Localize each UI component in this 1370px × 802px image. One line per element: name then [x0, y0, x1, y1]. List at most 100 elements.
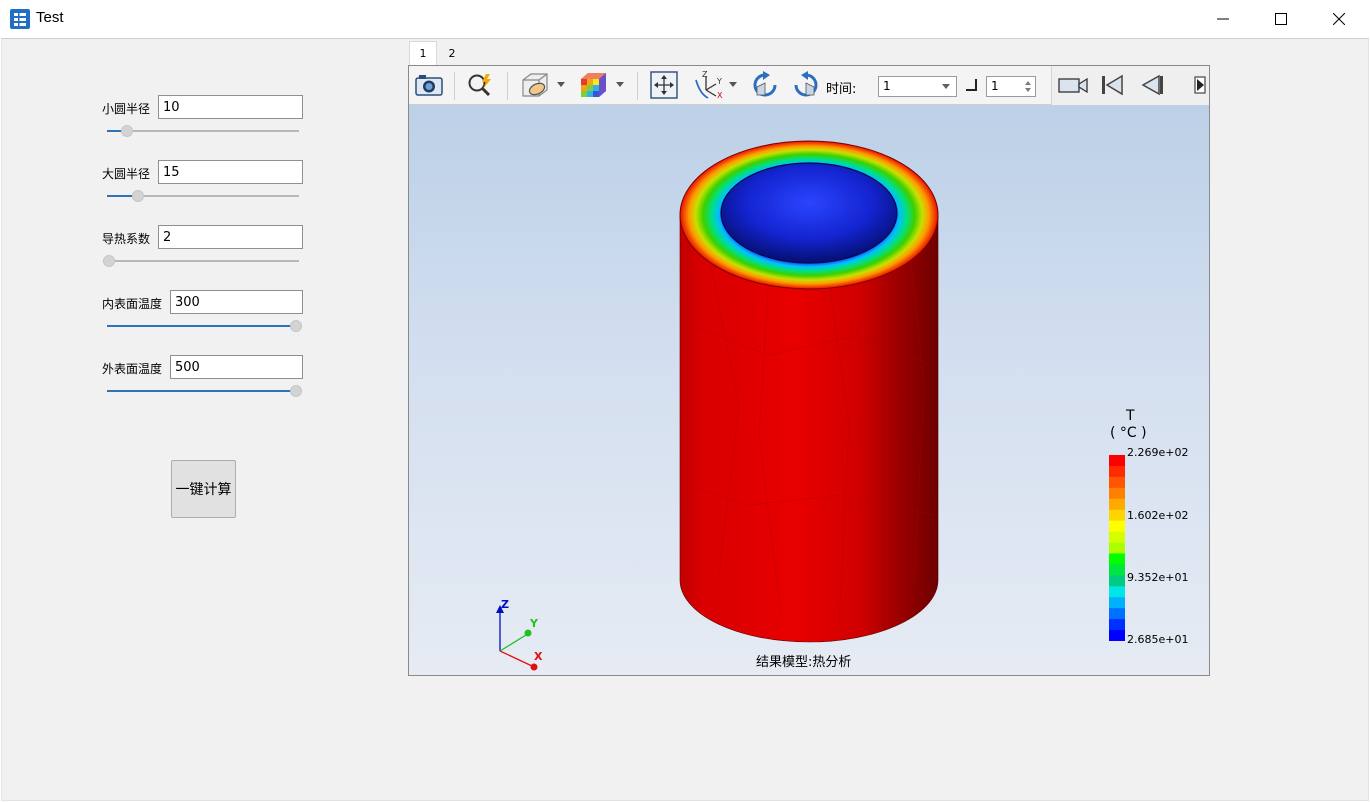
record-camera-icon [1058, 77, 1088, 94]
maximize-button[interactable] [1252, 0, 1310, 38]
slider-thumb[interactable] [290, 320, 302, 332]
axes-icon: Z Y X [695, 70, 723, 100]
small-radius-slider[interactable] [107, 125, 299, 137]
slider-thumb[interactable] [103, 255, 115, 267]
step-spinbox[interactable]: 1 [986, 76, 1036, 97]
legend-label: 2.685e+01 [1127, 633, 1189, 646]
param-label-small-radius: 小圆半径 [102, 102, 151, 116]
legend-swatch [1109, 520, 1125, 533]
legend-swatch [1109, 498, 1125, 511]
legend-swatch [1109, 586, 1125, 598]
conductivity-slider[interactable] [103, 255, 299, 267]
minimize-button[interactable] [1194, 0, 1252, 38]
spin-down-icon[interactable] [1025, 88, 1031, 92]
first-frame-icon [1102, 74, 1123, 96]
next-frame-button[interactable] [1192, 70, 1208, 100]
param-label-outer-temp: 外表面温度 [102, 362, 163, 376]
axis-label-y: Y [530, 617, 538, 630]
legend-swatch [1109, 575, 1125, 587]
cylinder-model [679, 140, 939, 643]
first-frame-button[interactable] [1098, 70, 1126, 100]
close-button[interactable] [1310, 0, 1368, 38]
svg-text:Z: Z [702, 70, 708, 79]
slider-thumb[interactable] [121, 125, 134, 137]
small-radius-input[interactable] [158, 95, 303, 119]
screenshot-button[interactable] [413, 70, 445, 100]
time-select-value: 1 [883, 79, 891, 93]
param-label-inner-temp: 内表面温度 [102, 297, 163, 311]
clip-plane-icon [522, 73, 548, 97]
param-label-large-radius: 大圆半径 [102, 167, 151, 181]
chevron-down-icon [942, 84, 950, 89]
legend-swatch [1109, 476, 1125, 489]
inner-temp-input[interactable] [170, 290, 303, 314]
legend-title: T [1126, 408, 1135, 424]
inner-temp-slider[interactable] [107, 320, 302, 332]
title-bar: Test [0, 0, 1370, 38]
fit-view-button[interactable] [647, 70, 681, 100]
clip-plane-button[interactable] [517, 70, 553, 100]
axis-label-x: X [534, 650, 543, 663]
prev-frame-icon [1141, 74, 1163, 96]
table-app-icon [10, 9, 30, 29]
outer-temp-input[interactable] [170, 355, 303, 379]
legend-swatch [1109, 509, 1125, 522]
legend-swatch [1109, 455, 1125, 467]
outer-temp-slider[interactable] [107, 385, 302, 397]
contour-display-button[interactable] [575, 70, 611, 100]
playback-controls [1051, 66, 1209, 105]
3d-viewer: Z Y X 时间: 1 1 Z Y X T (°C) 2.269e+02 1… [408, 65, 1210, 676]
rotate-ccw-icon [794, 71, 818, 97]
render-canvas[interactable]: Z Y X T ( °C ) 2.269e+02 1.602e+02 9.352… [409, 105, 1209, 675]
color-cube-icon [581, 73, 606, 97]
rotate-cw-icon [753, 71, 777, 97]
svg-text:Y: Y [716, 77, 722, 86]
maximize-icon [1275, 13, 1287, 25]
legend-swatch [1109, 465, 1125, 478]
large-radius-slider[interactable] [107, 190, 299, 202]
window-title: Test [36, 9, 64, 26]
fit-view-icon [650, 71, 678, 99]
prev-frame-button[interactable] [1138, 70, 1166, 100]
svg-text:X: X [717, 91, 723, 100]
corner-icon [966, 79, 977, 91]
rotate-ccw-button[interactable] [789, 70, 823, 100]
step-spinbox-value: 1 [991, 79, 999, 93]
legend-swatch [1109, 553, 1125, 565]
legend-swatch [1109, 619, 1125, 631]
camera-icon [415, 75, 443, 96]
viewer-toolbar: Z Y X 时间: 1 1 [409, 66, 1209, 105]
legend-swatch [1109, 487, 1125, 500]
axes-view-button[interactable]: Z Y X [692, 70, 726, 100]
legend-swatch [1109, 597, 1125, 609]
magnify-icon [468, 74, 491, 97]
one-click-calculate-button[interactable]: 一键计算 [171, 460, 236, 518]
rotate-cw-button[interactable] [748, 70, 782, 100]
axis-label-z: Z [501, 598, 509, 611]
time-label: 时间: [826, 82, 857, 97]
legend-swatch [1109, 564, 1125, 576]
next-frame-icon [1194, 76, 1206, 94]
tab-1[interactable]: 1 [409, 41, 437, 65]
spin-up-icon[interactable] [1025, 81, 1031, 85]
zoom-button[interactable] [465, 70, 497, 100]
legend-swatch [1109, 630, 1125, 641]
legend-label: 2.269e+02 [1127, 446, 1189, 459]
slider-thumb[interactable] [290, 385, 302, 397]
minimize-icon [1217, 18, 1229, 20]
conductivity-input[interactable] [158, 225, 303, 249]
legend-label: 9.352e+01 [1127, 571, 1189, 584]
record-button[interactable] [1056, 70, 1090, 100]
slider-thumb[interactable] [132, 190, 145, 202]
legend-label: 1.602e+02 [1127, 509, 1189, 522]
legend-unit: ( °C ) [1110, 425, 1147, 441]
param-label-conductivity: 导热系数 [102, 232, 151, 246]
legend-swatch [1109, 608, 1125, 620]
axes-triad [496, 605, 538, 671]
model-caption: 结果模型:热分析 [756, 655, 852, 670]
legend-swatch [1109, 531, 1125, 544]
color-legend-bar [1109, 455, 1125, 641]
time-select[interactable]: 1 [878, 76, 957, 97]
large-radius-input[interactable] [158, 160, 303, 184]
tab-2[interactable]: 2 [438, 41, 466, 65]
